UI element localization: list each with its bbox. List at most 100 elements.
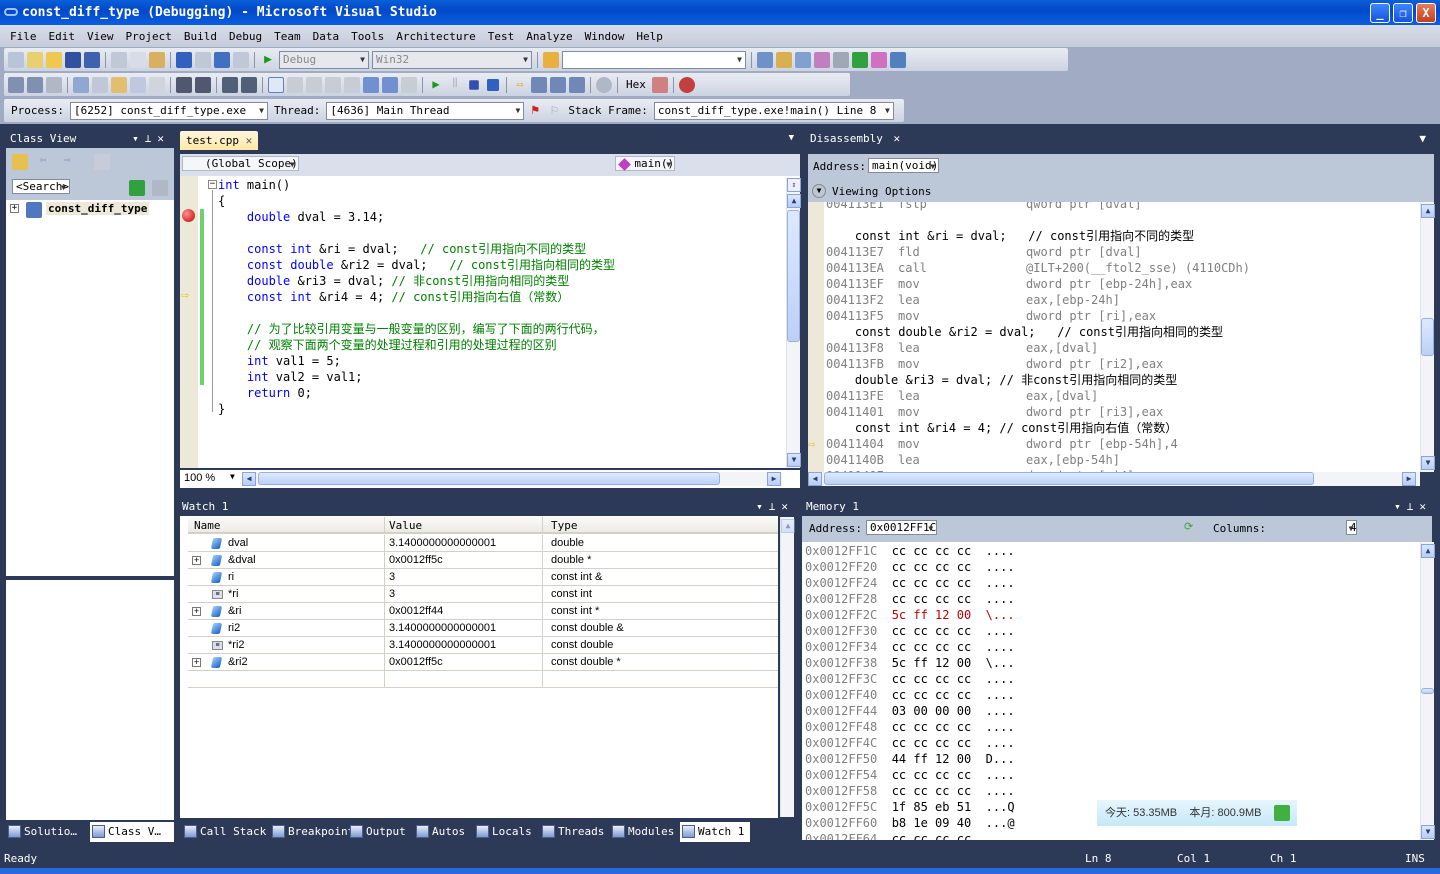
memory-row[interactable]: 0x0012FF44 03 00 00 00 .... <box>805 703 1015 719</box>
redo-icon[interactable] <box>195 51 211 68</box>
memory-row[interactable]: 0x0012FF2C 5c ff 12 00 \... <box>805 607 1015 623</box>
properties-icon[interactable] <box>776 51 792 68</box>
expand-icon[interactable]: + <box>192 607 201 616</box>
scroll-thumb[interactable] <box>1421 688 1434 694</box>
back-icon[interactable]: ⇦ <box>40 153 47 166</box>
memory-bytes[interactable]: cc cc cc cc <box>892 592 971 606</box>
disassembly-dropdown-icon[interactable]: ▼ <box>1419 130 1432 148</box>
close-panel-icon[interactable]: ✕ <box>157 132 170 145</box>
memory-row[interactable]: 0x0012FF24 cc cc cc cc .... <box>805 575 1015 591</box>
uncomment-icon[interactable] <box>241 76 257 93</box>
memory-bytes[interactable]: cc cc cc cc <box>892 832 971 840</box>
code-line[interactable]: // 观察下面两个变量的处理过程和引用的处理过程的区别 <box>218 337 557 353</box>
text-editor-icon[interactable] <box>73 76 89 93</box>
code-line[interactable]: return 0; <box>218 385 312 401</box>
toolbox-icon[interactable] <box>814 51 830 68</box>
watch-value[interactable]: 3.1400000000000001 <box>385 637 543 654</box>
breakpoint-icon[interactable] <box>182 209 195 222</box>
memory-bytes[interactable]: cc cc cc cc <box>892 544 971 558</box>
source-line[interactable]: const double &ri2 = dval; // const引用指向相同… <box>826 324 1223 340</box>
columns-select[interactable]: 4 ▼ <box>1345 520 1358 535</box>
memory-row[interactable]: 0x0012FF50 44 ff 12 00 D... <box>805 751 1015 767</box>
scroll-up-icon[interactable]: ▲ <box>781 519 795 533</box>
disassembly-horizontal-scrollbar[interactable]: ◀ ▶ <box>808 472 1420 486</box>
prev-bookmark-folder-icon[interactable] <box>325 76 341 93</box>
prev-bookmark-icon[interactable] <box>287 76 303 93</box>
watch-name[interactable]: *ri <box>228 586 238 603</box>
watch-row[interactable]: ≡ *ri2 3.1400000000000001 const double <box>188 637 778 654</box>
disassembly-code[interactable]: 004113E1 fstp qword ptr [dval] const int &… <box>808 202 1420 472</box>
editor-horizontal-scrollbar[interactable]: ◀ ▶ <box>242 472 782 486</box>
column-header-name[interactable]: Name <box>188 517 385 534</box>
open-file-icon[interactable] <box>46 51 62 68</box>
watch-row[interactable]: ri2 3.1400000000000001 const double & <box>188 620 778 637</box>
menu-build[interactable]: Build <box>178 30 223 43</box>
expand-icon[interactable]: + <box>192 658 201 667</box>
build-icon[interactable] <box>8 76 24 93</box>
expand-icon[interactable]: + <box>192 556 201 565</box>
step-out-icon[interactable] <box>569 76 585 93</box>
class-diagram-icon[interactable] <box>871 51 887 68</box>
pin-icon[interactable]: ⊥ <box>1407 500 1420 513</box>
watch-row[interactable]: ri 3 const int & <box>188 569 778 586</box>
watch-name[interactable]: ri <box>228 569 234 586</box>
memory-bytes[interactable]: 5c ff 12 00 <box>892 656 971 670</box>
add-item-icon[interactable] <box>27 51 43 68</box>
code-line[interactable]: int val2 = val1; <box>218 369 363 385</box>
disassembly-vertical-scrollbar[interactable]: ▲ ▼ <box>1420 202 1435 472</box>
increase-indent-icon[interactable] <box>195 76 211 93</box>
watch-name[interactable]: dval <box>228 535 248 552</box>
pin-icon[interactable]: ⊥ <box>145 132 158 145</box>
next-bookmark-doc-icon[interactable] <box>382 76 398 93</box>
close-disassembly-icon[interactable]: ✕ <box>893 132 900 145</box>
code-line[interactable]: // 为了比较引用变量与一般变量的区别，编写了下面的两行代码， <box>218 321 605 337</box>
scroll-down-icon[interactable]: ▼ <box>1421 825 1435 839</box>
watch-new-row[interactable] <box>188 671 778 688</box>
find-combo[interactable]: ▼ <box>562 50 746 69</box>
step-over-icon[interactable] <box>550 76 566 93</box>
undo-icon[interactable] <box>176 51 192 68</box>
close-window-button[interactable]: X <box>1416 3 1436 23</box>
restart-icon[interactable] <box>487 78 499 91</box>
code-line[interactable]: double dval = 3.14; <box>218 209 384 225</box>
scroll-left-icon[interactable]: ◀ <box>808 472 822 486</box>
tool-window-tab[interactable]: Locals <box>474 822 540 842</box>
watch-value[interactable]: 3.1400000000000001 <box>385 535 543 552</box>
stack-frame-select[interactable]: const_diff_type.exe!main() Line 8 ▼ <box>653 101 894 120</box>
next-bookmark-icon[interactable] <box>306 76 322 93</box>
scroll-right-icon[interactable]: ▶ <box>1402 472 1416 486</box>
menu-window[interactable]: Window <box>579 30 631 43</box>
break-all-icon[interactable]: ‖ <box>447 77 463 93</box>
watch-value[interactable]: 3 <box>385 569 543 586</box>
zoom-dropdown-icon[interactable]: ▼ <box>230 472 235 481</box>
word-completion-icon[interactable] <box>130 76 146 93</box>
breakpoints-window-icon[interactable] <box>678 76 695 93</box>
watch-row[interactable]: ≡ *ri 3 const int <box>188 586 778 603</box>
scroll-thumb[interactable] <box>787 210 800 342</box>
memory-row[interactable]: 0x0012FF40 cc cc cc cc .... <box>805 687 1015 703</box>
menu-help[interactable]: Help <box>630 30 669 43</box>
start-debugging-icon[interactable]: ▶ <box>260 52 276 68</box>
memory-bytes[interactable]: cc cc cc cc <box>892 784 971 798</box>
zoom-level[interactable]: 100 % <box>184 472 215 484</box>
scroll-up-icon[interactable]: ▲ <box>1421 544 1435 558</box>
watch-name[interactable]: &ri2 <box>228 654 248 671</box>
column-header-value[interactable]: Value <box>385 517 543 534</box>
watch-row[interactable]: + &dval 0x0012ff5c double * <box>188 552 778 569</box>
viewing-options-bar[interactable]: ▼ Viewing Options <box>808 182 1434 202</box>
memory-row[interactable]: 0x0012FF48 cc cc cc cc .... <box>805 719 1015 735</box>
memory-bytes[interactable]: 1f 85 eb 51 <box>892 800 971 814</box>
scroll-left-icon[interactable]: ◀ <box>242 472 256 486</box>
h-scroll-thumb[interactable] <box>824 472 1314 485</box>
toggle-bookmark-icon[interactable] <box>268 76 284 93</box>
tab-dropdown-icon[interactable]: ▼ <box>789 133 794 143</box>
memory-row[interactable]: 0x0012FF3C cc cc cc cc .... <box>805 671 1015 687</box>
save-all-icon[interactable] <box>84 51 100 68</box>
expand-options-icon[interactable]: ▼ <box>812 184 826 198</box>
menu-test[interactable]: Test <box>482 30 521 43</box>
scroll-down-icon[interactable]: ▼ <box>1421 456 1435 470</box>
memory-row[interactable]: 0x0012FF54 cc cc cc cc .... <box>805 767 1015 783</box>
code-line[interactable]: } <box>218 401 225 417</box>
new-folder-icon[interactable] <box>12 154 28 170</box>
extension-manager-icon[interactable] <box>833 51 849 68</box>
